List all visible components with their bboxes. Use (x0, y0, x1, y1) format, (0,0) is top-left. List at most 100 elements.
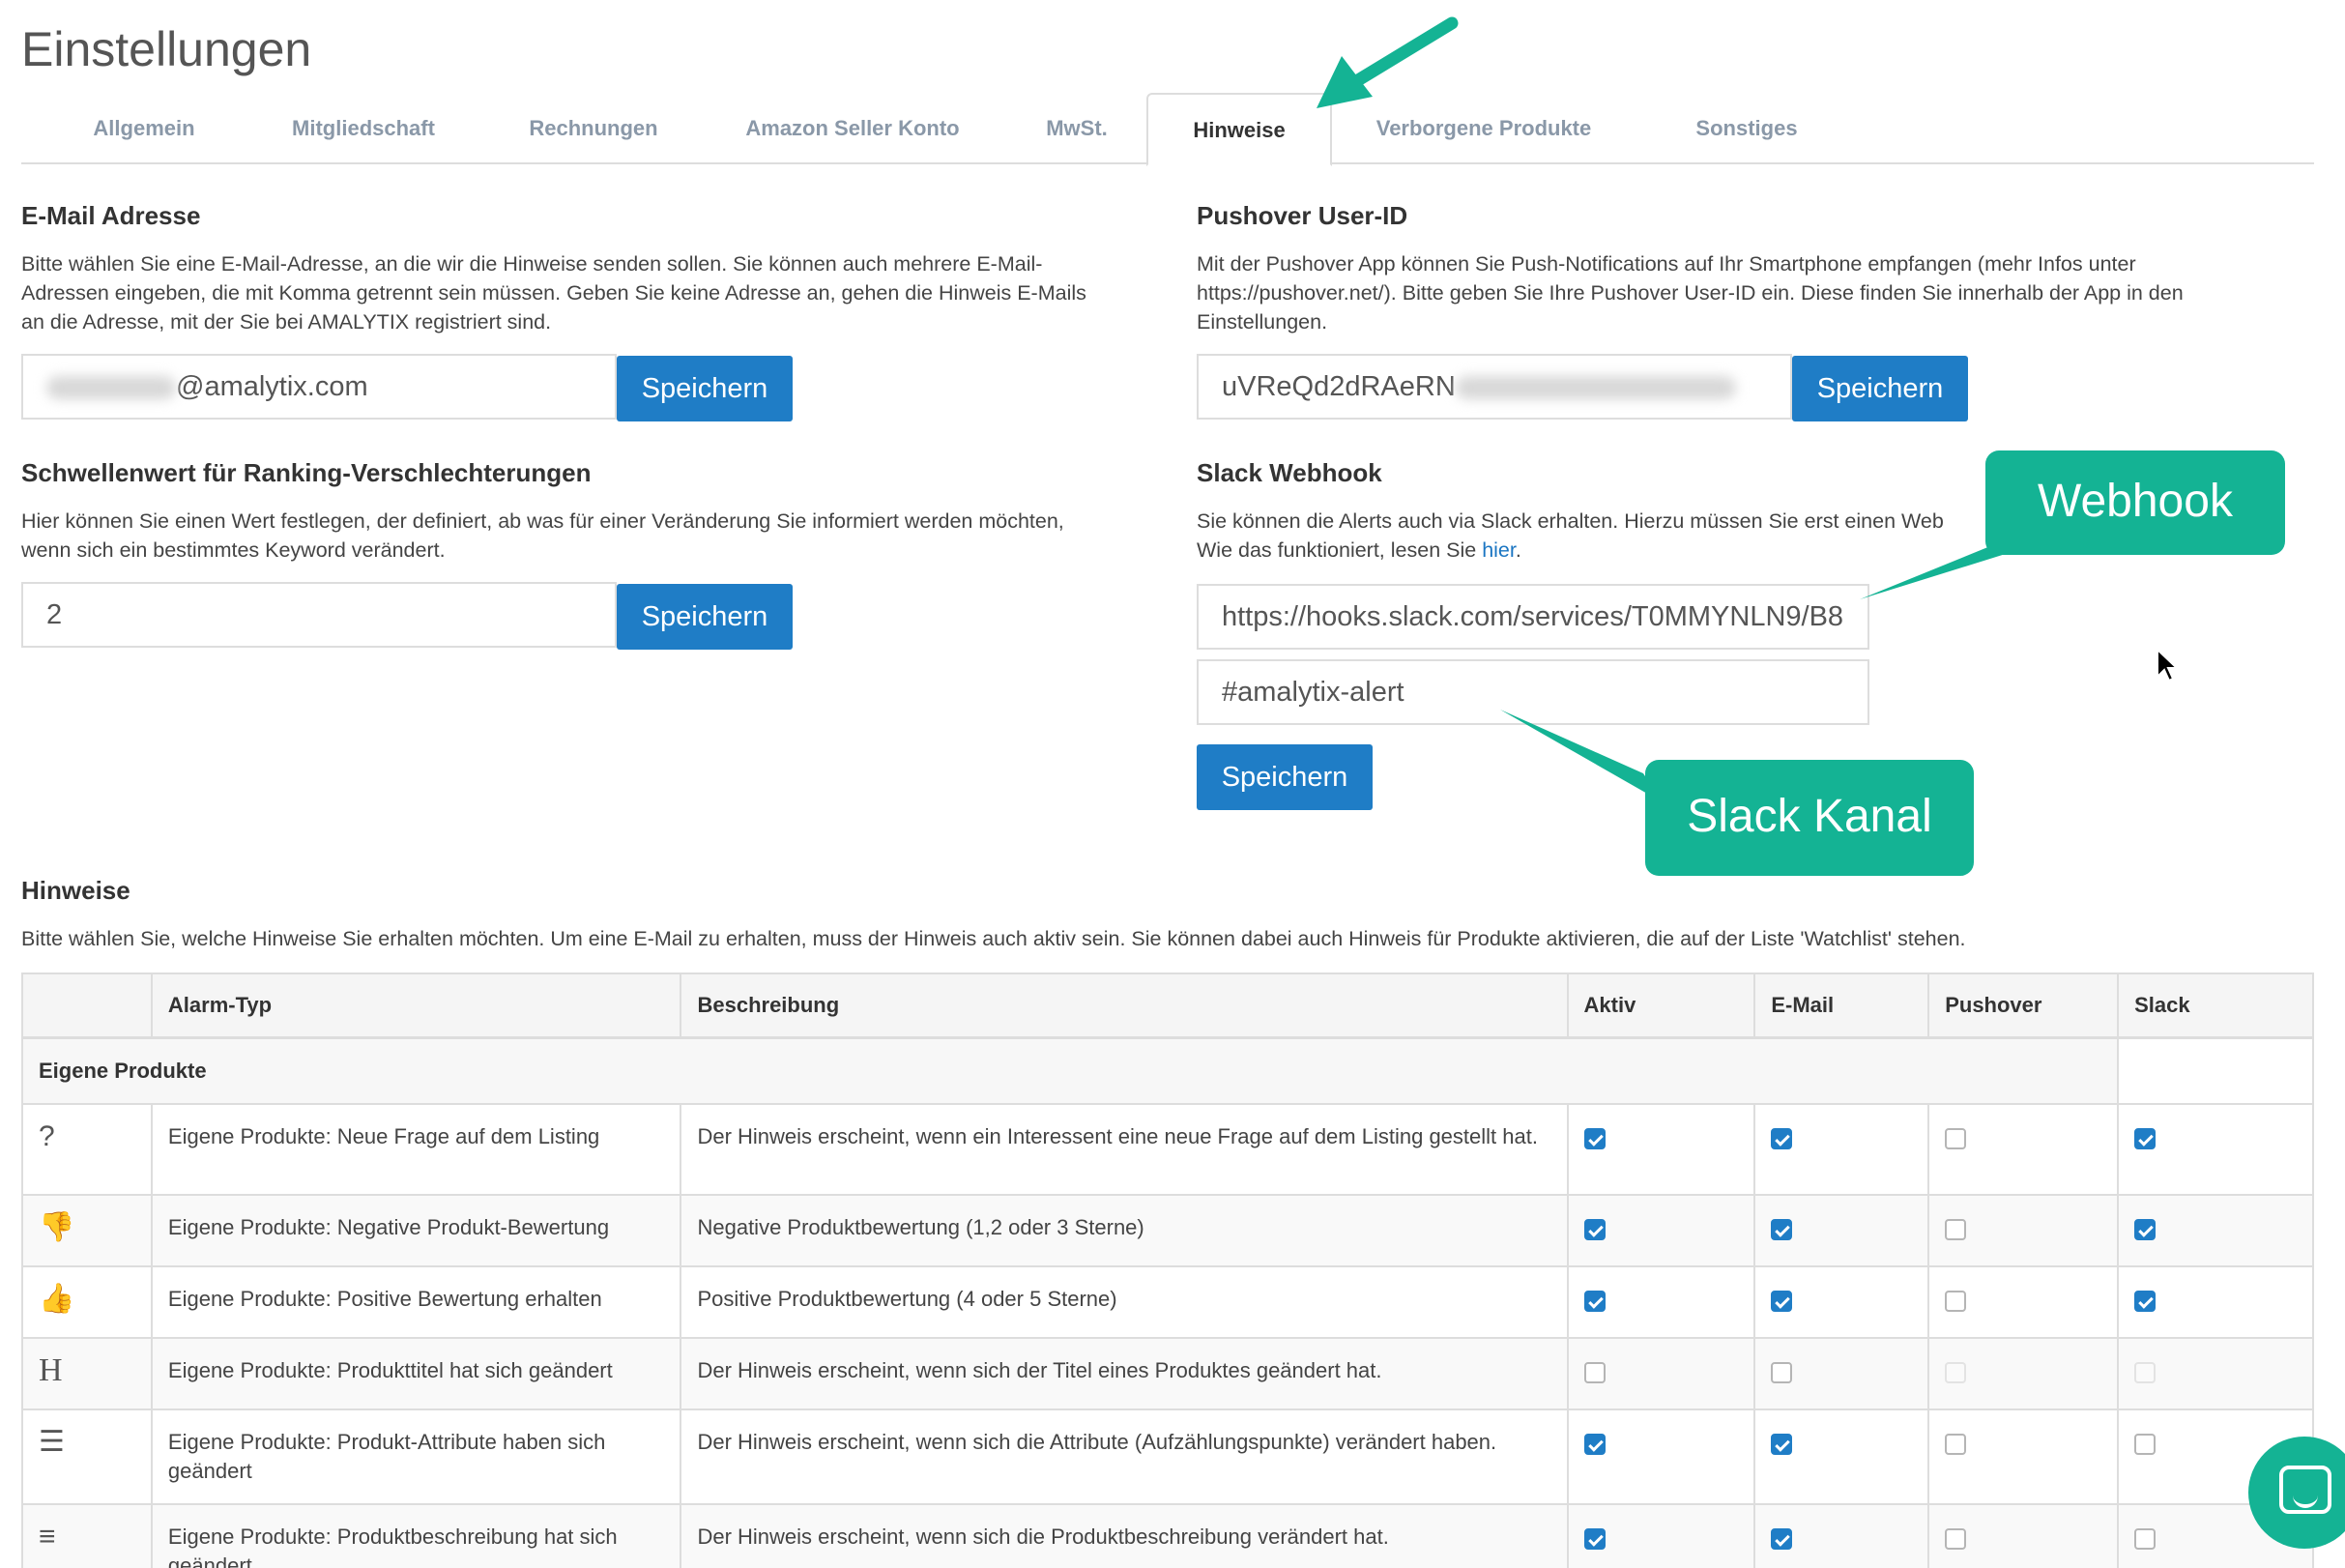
tab-mwst[interactable]: MwSt. (999, 93, 1154, 164)
table-row: ≡ Eigene Produkte: Produktbeschreibung ha… (21, 1502, 2314, 1568)
pushover-checkbox[interactable] (1945, 1218, 1967, 1240)
pushover-save-button[interactable]: Speichern (1792, 356, 1968, 421)
slack-description-line1: Sie können die Alerts auch via Slack erh… (1197, 509, 1944, 533)
email-cell (1753, 1264, 1930, 1339)
pushover-section-title: Pushover User-ID (1197, 201, 1408, 230)
email-cell (1753, 1408, 1930, 1505)
slack-description-line2: Wie das funktioniert, lesen Sie (1197, 538, 1483, 562)
slack-checkbox[interactable] (2134, 1218, 2157, 1240)
description-cell: Der Hinweis erscheint, wenn sich die Pro… (680, 1502, 1569, 1568)
page-title: Einstellungen (21, 22, 312, 76)
tab-hinweise[interactable]: Hinweise (1146, 93, 1332, 166)
redacted-email-user (46, 376, 176, 400)
email-cell (1753, 1193, 1930, 1267)
slack-checkbox[interactable] (2134, 1290, 2157, 1312)
table-header-row: Alarm-Typ Beschreibung Aktiv E-Mail Push… (21, 973, 2314, 1039)
email-checkbox[interactable] (1771, 1290, 1793, 1312)
pushover-input-value: uVReQd2dRAeRN (1222, 371, 1456, 402)
slack-save-button[interactable]: Speichern (1197, 744, 1373, 810)
slack-channel-input[interactable]: #amalytix-alert (1197, 659, 1869, 725)
hinweise-section-title: Hinweise (21, 876, 130, 905)
thumbs-down-icon: 👎 (39, 1210, 75, 1243)
header-beschreibung: Beschreibung (680, 973, 1569, 1039)
pushover-checkbox[interactable] (1945, 1127, 1967, 1149)
pushover-user-id-input[interactable]: uVReQd2dRAeRN (1197, 354, 1792, 420)
slack-checkbox[interactable] (2134, 1527, 2157, 1550)
slack-cell (2117, 1336, 2314, 1410)
header-icon: H (39, 1351, 63, 1388)
alarm-type-cell: Eigene Produkte: Produktbeschreibung hat… (150, 1502, 682, 1568)
row-icon-cell: ? (21, 1102, 153, 1196)
description-cell: Negative Produktbewertung (1,2 oder 3 St… (680, 1193, 1569, 1267)
alarm-type-cell: Eigene Produkte: Negative Produkt-Bewert… (150, 1193, 682, 1267)
pushover-cell (1927, 1502, 2120, 1568)
threshold-description: Hier können Sie einen Wert festlegen, de… (21, 509, 1064, 562)
redacted-pushover-id (1455, 376, 1736, 400)
header-pushover: Pushover (1927, 973, 2120, 1039)
tab-sonstiges[interactable]: Sonstiges (1636, 93, 1858, 164)
email-checkbox[interactable] (1771, 1218, 1793, 1240)
tab-rechnungen[interactable]: Rechnungen (481, 93, 706, 164)
alarm-type-cell: Eigene Produkte: Produkttitel hat sich g… (150, 1336, 682, 1410)
email-checkbox[interactable] (1771, 1527, 1793, 1550)
table-group-row: Eigene Produkte (20, 1036, 2314, 1105)
pushover-checkbox (1945, 1361, 1967, 1383)
aktiv-checkbox[interactable] (1583, 1127, 1606, 1149)
tab-allgemein[interactable]: Allgemein (43, 93, 246, 164)
email-checkbox[interactable] (1771, 1433, 1793, 1455)
email-input[interactable]: @amalytix.com (21, 354, 617, 420)
tab-mitgliedschaft[interactable]: Mitgliedschaft (247, 93, 479, 164)
mouse-cursor-icon (2157, 648, 2179, 682)
description-cell: Der Hinweis erscheint, wenn sich der Tit… (680, 1336, 1569, 1410)
slack-description-end: . (1515, 538, 1521, 562)
email-description: Bitte wählen Sie eine E-Mail-Adresse, an… (21, 252, 1086, 334)
tab-verborgene-produkte[interactable]: Verborgene Produkte (1334, 93, 1634, 164)
row-icon-cell: ☰ (21, 1408, 153, 1505)
thumbs-up-icon: 👍 (39, 1282, 75, 1315)
aktiv-checkbox[interactable] (1583, 1433, 1606, 1455)
aktiv-cell (1566, 1408, 1756, 1505)
pushover-cell (1927, 1408, 2120, 1505)
alerts-table: Alarm-Typ Beschreibung Aktiv E-Mail Push… (20, 973, 2314, 1568)
row-icon-cell: H (21, 1336, 153, 1410)
pushover-checkbox[interactable] (1945, 1433, 1967, 1455)
slack-webhook-input[interactable]: https://hooks.slack.com/services/T0MMYNL… (1197, 584, 1869, 650)
pushover-cell (1927, 1264, 2120, 1339)
email-input-value: @amalytix.com (176, 371, 368, 402)
aktiv-checkbox[interactable] (1583, 1527, 1606, 1550)
row-icon-cell: ≡ (21, 1502, 153, 1568)
align-justify-icon: ≡ (39, 1520, 56, 1553)
alarm-type-cell: Eigene Produkte: Produkt-Attribute haben… (150, 1408, 682, 1505)
alarm-type-cell: Eigene Produkte: Positive Bewertung erha… (150, 1264, 682, 1339)
description-cell: Der Hinweis erscheint, wenn ein Interess… (680, 1102, 1569, 1196)
aktiv-cell (1566, 1193, 1756, 1267)
email-cell (1753, 1102, 1930, 1196)
email-save-button[interactable]: Speichern (617, 356, 793, 421)
email-checkbox[interactable] (1771, 1127, 1793, 1149)
email-checkbox[interactable] (1771, 1361, 1793, 1383)
slack-cell (2117, 1193, 2314, 1267)
pushover-checkbox[interactable] (1945, 1527, 1967, 1550)
header-slack: Slack (2117, 973, 2314, 1039)
aktiv-checkbox[interactable] (1583, 1290, 1606, 1312)
slack-checkbox[interactable] (2134, 1433, 2157, 1455)
webhook-callout: Webhook (1985, 450, 2285, 555)
table-row: 👍 Eigene Produkte: Positive Bewertung erh… (21, 1264, 2314, 1339)
settings-tabs: Allgemein Mitgliedschaft Rechnungen Amaz… (21, 93, 2314, 166)
row-icon-cell: 👎 (21, 1193, 153, 1267)
slack-help-link[interactable]: hier (1482, 538, 1516, 562)
table-row: 👎 Eigene Produkte: Negative Produkt-Bewer… (21, 1193, 2314, 1267)
aktiv-checkbox[interactable] (1583, 1218, 1606, 1240)
slack-checkbox[interactable] (2134, 1127, 2157, 1149)
pushover-checkbox[interactable] (1945, 1290, 1967, 1312)
aktiv-cell (1566, 1264, 1756, 1339)
threshold-save-button[interactable]: Speichern (617, 584, 793, 650)
table-row: ☰ Eigene Produkte: Produkt-Attribute habe… (21, 1408, 2314, 1505)
pushover-description: Mit der Pushover App können Sie Push-Not… (1197, 252, 2184, 334)
row-icon-cell: 👍 (21, 1264, 153, 1339)
table-row: H Eigene Produkte: Produkttitel hat sich … (21, 1336, 2314, 1410)
aktiv-checkbox[interactable] (1583, 1361, 1606, 1383)
description-cell: Der Hinweis erscheint, wenn sich die Att… (680, 1408, 1569, 1505)
tab-amazon-seller-konto[interactable]: Amazon Seller Konto (708, 93, 998, 164)
threshold-input[interactable]: 2 (21, 582, 617, 648)
